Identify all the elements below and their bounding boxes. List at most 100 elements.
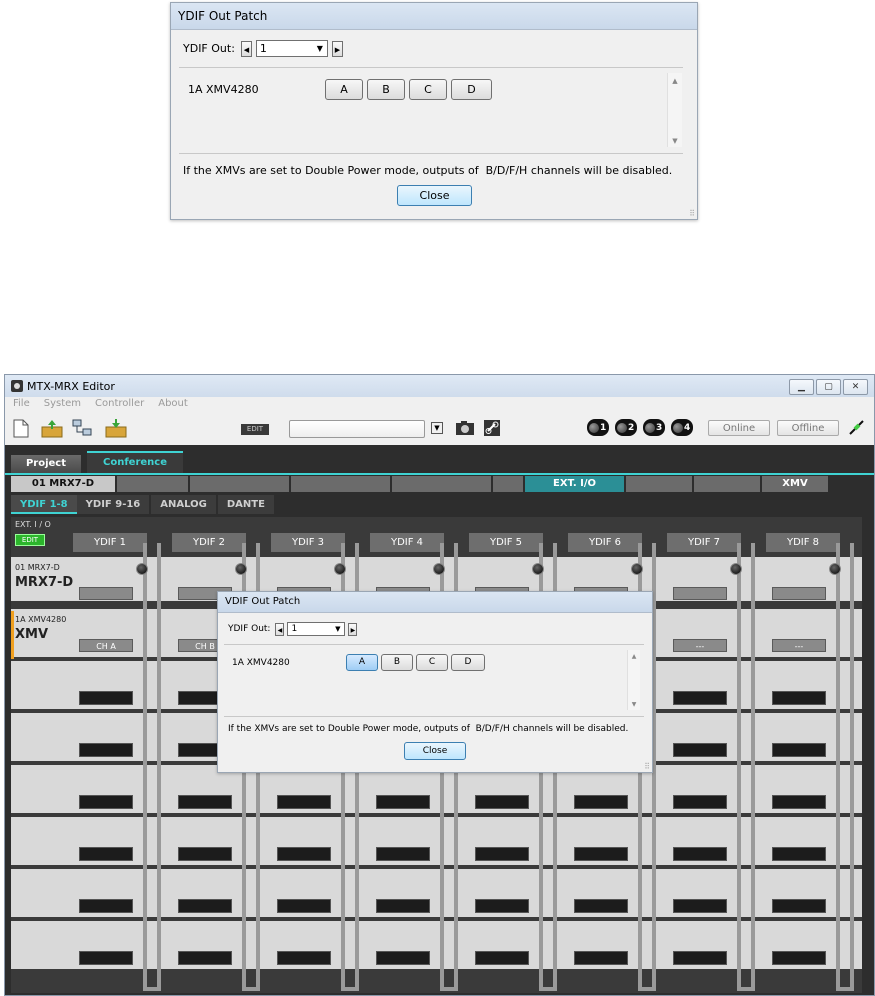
close-button[interactable]: Close [404,742,466,760]
tab-project[interactable]: Project [11,455,81,473]
patch-button-d[interactable]: D [451,79,492,100]
close-button[interactable]: Close [397,185,472,206]
patch-button-c[interactable]: C [416,654,448,671]
patch-cell[interactable] [673,899,727,913]
column-header-4[interactable]: YDIF 4 [370,533,444,552]
patch-cell[interactable] [178,951,232,965]
patch-button-b[interactable]: B [367,79,405,100]
patch-button-d[interactable]: D [451,654,485,671]
subtab-analog[interactable]: ANALOG [151,495,216,514]
offline-button[interactable]: Offline [777,420,839,436]
column-header-3[interactable]: YDIF 3 [271,533,345,552]
patch-cell[interactable] [277,847,331,861]
patch-cell[interactable] [79,847,133,861]
menu-system[interactable]: System [44,397,81,411]
tab-conference[interactable]: Conference [87,451,183,473]
device-tab-mrx7d[interactable]: 01 MRX7-D [11,476,115,492]
online-button[interactable]: Online [708,420,770,436]
patch-cell[interactable] [376,951,430,965]
open-folder-icon[interactable] [41,419,63,438]
output-indicator-icon[interactable] [235,563,247,575]
scroll-up-icon[interactable]: ▲ [668,77,682,85]
column-header-2[interactable]: YDIF 2 [172,533,246,552]
minimize-button[interactable]: ▁ [789,379,814,395]
subtab-ydif-9-16[interactable]: YDIF 9-16 [76,495,150,514]
output-indicator-icon[interactable] [532,563,544,575]
output-indicator-icon[interactable] [829,563,841,575]
output-indicator-icon[interactable] [334,563,346,575]
patch-cell[interactable] [475,951,529,965]
vertical-scrollbar[interactable]: ▲ ▼ [627,650,640,710]
ext-edit-button[interactable]: EDIT [15,534,45,546]
close-window-button[interactable]: ✕ [843,379,868,395]
device-tab-empty[interactable] [392,476,491,492]
column-header-1[interactable]: YDIF 1 [73,533,147,552]
next-arrow-button[interactable]: ▶ [331,40,343,57]
patch-cell[interactable] [178,847,232,861]
patch-cell[interactable] [772,899,826,913]
ydif-out-select[interactable]: 1 ▼ [287,622,346,636]
menu-about[interactable]: About [158,397,188,411]
next-arrow-button[interactable]: ▶ [348,622,358,636]
resize-grip-icon[interactable]: ⠿ [689,209,695,218]
patch-cell[interactable] [376,795,430,809]
output-indicator-icon[interactable] [730,563,742,575]
menu-controller[interactable]: Controller [95,397,144,411]
new-file-icon[interactable] [13,419,29,438]
patch-cell[interactable] [673,795,727,809]
subtab-dante[interactable]: DANTE [217,495,274,514]
column-header-5[interactable]: YDIF 5 [469,533,543,552]
column-header-6[interactable]: YDIF 6 [568,533,642,552]
ydif-out-select[interactable]: 1 ▼ [255,40,328,57]
device-tab-empty[interactable] [117,476,188,492]
patch-cell[interactable] [772,691,826,705]
output-indicator-icon[interactable] [136,563,148,575]
device-tab-empty[interactable] [291,476,390,492]
ydif-output-button[interactable] [79,587,133,600]
device-tab-empty[interactable] [694,476,760,492]
patch-cell[interactable] [79,951,133,965]
patch-button-b[interactable]: B [381,654,413,671]
link-icon[interactable] [484,420,500,436]
patch-cell[interactable] [475,847,529,861]
menu-file[interactable]: File [13,397,30,411]
patch-cell[interactable] [376,899,430,913]
network-icon[interactable] [71,419,93,438]
resize-grip-icon[interactable]: ⠿ [644,762,650,771]
output-indicator-icon[interactable] [433,563,445,575]
subtab-ydif-1-8[interactable]: YDIF 1-8 [11,495,77,514]
patch-cell[interactable] [79,691,133,705]
patch-cell[interactable] [277,795,331,809]
patch-cell[interactable] [475,795,529,809]
device-tab-xmv[interactable]: XMV [762,476,828,492]
patch-cell[interactable] [673,743,727,757]
patch-cell[interactable] [673,951,727,965]
patch-cell[interactable] [277,899,331,913]
patch-cell[interactable] [79,899,133,913]
column-header-8[interactable]: YDIF 8 [766,533,840,552]
patch-cell[interactable] [772,795,826,809]
patch-cell[interactable] [574,899,628,913]
scroll-up-icon[interactable]: ▲ [628,653,640,660]
patch-button-c[interactable]: C [409,79,447,100]
patch-cell[interactable] [673,847,727,861]
patch-cell[interactable] [574,795,628,809]
prev-arrow-button[interactable]: ◀ [240,40,252,57]
patch-cell[interactable] [772,743,826,757]
scroll-down-icon[interactable]: ▼ [668,137,682,145]
connection-plug-icon[interactable] [847,419,865,437]
ydif-output-button[interactable] [673,587,727,600]
camera-icon[interactable] [455,420,475,436]
patch-cell[interactable] [673,691,727,705]
xmv-channel-button[interactable]: --- [772,639,826,652]
scroll-down-icon[interactable]: ▼ [628,701,640,708]
patch-cell[interactable] [79,795,133,809]
vertical-scrollbar[interactable]: ▲ ▼ [667,73,682,147]
column-header-7[interactable]: YDIF 7 [667,533,741,552]
device-tab-empty[interactable] [190,476,289,492]
maximize-button[interactable]: ▢ [816,379,841,395]
patch-cell[interactable] [475,899,529,913]
xmv-channel-button[interactable]: --- [673,639,727,652]
device-tab-empty[interactable] [626,476,692,492]
preset-dropdown-button[interactable]: ▼ [431,422,443,434]
